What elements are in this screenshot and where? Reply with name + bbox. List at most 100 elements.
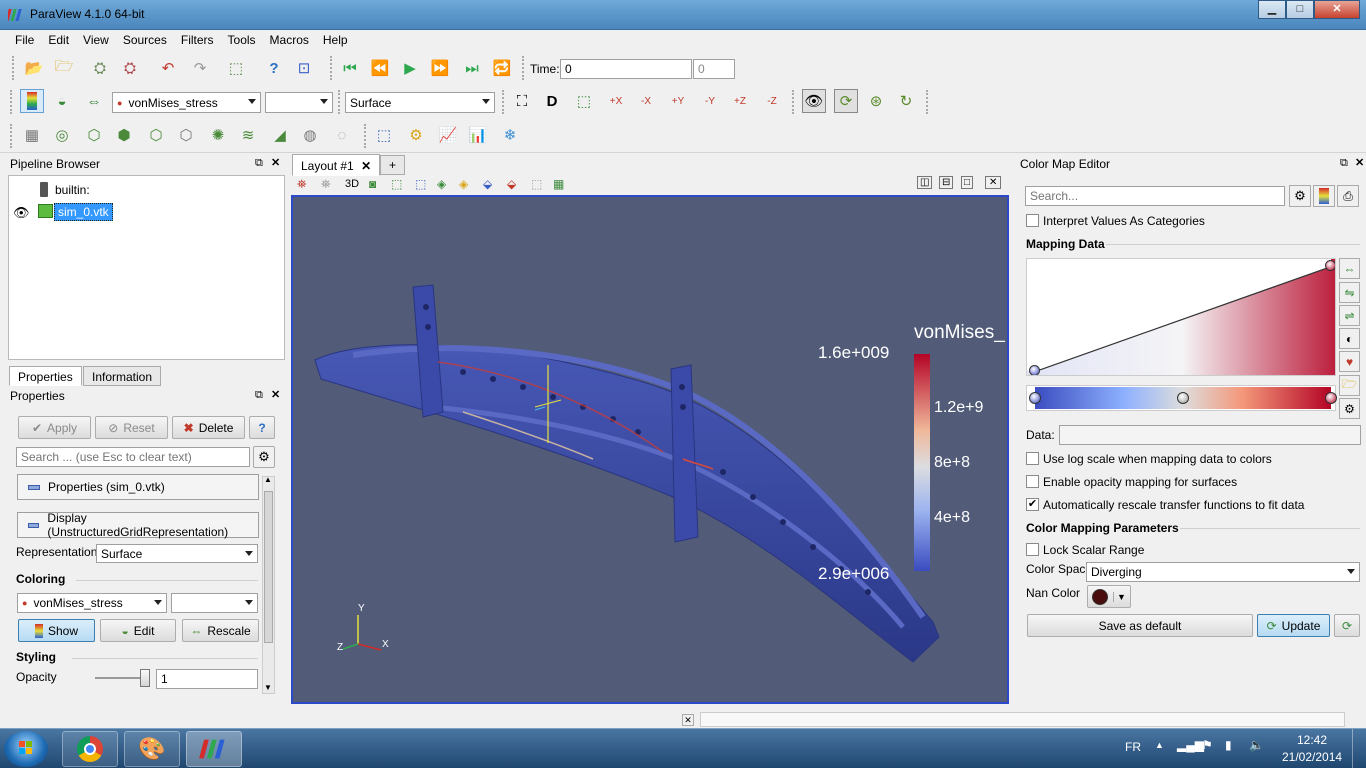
language-indicator[interactable]: FR [1125, 740, 1141, 754]
play-icon[interactable]: ▶ [398, 56, 422, 80]
camera-icon[interactable]: ◙ [369, 177, 376, 191]
toolbar-grip[interactable] [12, 56, 16, 80]
menu-tools[interactable]: Tools [221, 30, 263, 50]
previous-frame-icon[interactable]: ⏪ [368, 56, 392, 80]
save-as-default-button[interactable]: Save as default [1027, 614, 1253, 637]
toolbar-grip[interactable] [502, 90, 506, 114]
polygon-select-icon[interactable]: ⬙ [507, 177, 516, 191]
slice-icon[interactable]: ⬢ [112, 123, 136, 147]
close-panel-icon[interactable]: ✕ [271, 156, 280, 169]
menu-edit[interactable]: Edit [41, 30, 76, 50]
close-panel-icon[interactable]: ✕ [271, 388, 280, 401]
next-frame-icon[interactable]: ⏩ [428, 56, 452, 80]
reset-button[interactable]: ⊘ Reset [95, 416, 168, 439]
toolbar-grip[interactable] [926, 90, 930, 114]
show-hidden-icons-icon[interactable]: ▲ [1155, 740, 1164, 750]
opacity-mapping-checkbox[interactable] [1026, 475, 1039, 488]
tab-layout-1[interactable]: Layout #1 ✕ [292, 154, 381, 176]
properties-search-input[interactable] [16, 447, 250, 467]
color-transfer-editor[interactable] [1026, 385, 1337, 411]
contour-icon[interactable]: ◎ [50, 123, 74, 147]
toolbar-grip[interactable] [364, 124, 368, 148]
menu-help[interactable]: Help [316, 30, 355, 50]
close-output-icon[interactable]: ✕ [682, 714, 694, 726]
extract-subset-icon[interactable]: ⬡ [174, 123, 198, 147]
select-block-icon[interactable]: ◈ [459, 177, 468, 191]
select-cells-icon[interactable]: ⬚ [372, 123, 396, 147]
minimize-button[interactable]: ▁ [1258, 0, 1286, 19]
battery-icon[interactable]: ▮ [1225, 738, 1232, 752]
color-array-select[interactable]: ● vonMises_stress [112, 92, 261, 113]
plot-selection-icon[interactable]: 📊 [466, 123, 490, 147]
choose-preset-icon[interactable]: ♥ [1339, 351, 1360, 372]
toggle-color-legend-icon[interactable] [20, 89, 44, 113]
spreadsheet-icon[interactable]: ▦ [553, 177, 564, 191]
representation-dropdown[interactable]: Surface [96, 544, 258, 563]
coloring-array-dropdown[interactable]: ● vonMises_stress [17, 593, 167, 613]
loop-icon[interactable]: 🔁 [490, 56, 514, 80]
menu-sources[interactable]: Sources [116, 30, 174, 50]
view-mode-3d-button[interactable]: 3D [345, 178, 359, 190]
threshold-icon[interactable]: ⬡ [144, 123, 168, 147]
menu-file[interactable]: File [8, 30, 41, 50]
toolbar-grip[interactable] [10, 90, 14, 114]
pick-center-icon[interactable]: ⊛ [864, 89, 888, 113]
menu-view[interactable]: View [76, 30, 116, 50]
close-button[interactable]: ✕ [1314, 0, 1360, 19]
rotate-icon[interactable]: ⟳ [834, 89, 858, 113]
view-minus-z-icon[interactable]: -Z [760, 89, 784, 113]
apply-button[interactable]: ✔ Apply [18, 416, 91, 439]
maximize-button[interactable]: □ [1286, 0, 1314, 19]
colormap-search-input[interactable] [1025, 186, 1285, 206]
view-plus-x-icon[interactable]: +X [604, 89, 628, 113]
show-desktop-button[interactable] [1352, 729, 1366, 768]
select-frustum-icon[interactable]: ◈ [437, 177, 446, 191]
disconnect-icon[interactable]: ⛭ [118, 56, 142, 80]
pipeline-item-builtin[interactable]: builtin: [55, 183, 90, 197]
extract-level-icon[interactable]: ◌ [330, 123, 354, 147]
scrollbar-thumb[interactable] [264, 491, 273, 643]
open-file-icon[interactable]: 📂 [22, 56, 46, 80]
opacity-function-editor[interactable] [1026, 258, 1336, 376]
redo-icon[interactable]: ↷ [188, 56, 212, 80]
edit-colormap-button[interactable]: ◒ Edit [100, 619, 176, 642]
query-icon[interactable]: ⚙ [404, 123, 428, 147]
timestep-spinbox[interactable]: 0 [693, 59, 735, 79]
toolbar-grip[interactable] [10, 124, 14, 148]
interaction-mode-icon[interactable]: 👁 [802, 89, 826, 113]
representation-select[interactable]: Surface [345, 92, 495, 113]
rescale-range-icon[interactable]: ⇔ [82, 89, 106, 113]
auto-update-icon[interactable]: ⟳ [1334, 614, 1360, 637]
python-calculator-icon[interactable]: ❄ [498, 123, 522, 147]
pipeline-item-sim[interactable]: sim_0.vtk [54, 203, 113, 221]
opacity-point-handle[interactable] [1325, 260, 1335, 271]
load-state-icon[interactable]: 🗁 [52, 56, 76, 80]
log-scale-checkbox[interactable] [1026, 452, 1039, 465]
colormap-save-icon[interactable]: ⎙ [1337, 185, 1359, 207]
advanced-gear-icon[interactable]: ⚙ [253, 446, 275, 468]
clock-date[interactable]: 21/02/2014 [1282, 750, 1342, 764]
add-layout-tab[interactable]: + [380, 155, 406, 175]
view-plus-z-icon[interactable]: +Z [728, 89, 752, 113]
update-button[interactable]: ⟳ Update [1257, 614, 1330, 637]
invert-colormap-icon[interactable]: ◐ [1339, 328, 1360, 349]
split-horizontal-icon[interactable]: ◫ [917, 176, 933, 189]
rescale-temporal-icon[interactable]: ⇌ [1339, 305, 1360, 326]
action-center-flag-icon[interactable]: ⚑ [1202, 738, 1213, 752]
clock-time[interactable]: 12:42 [1297, 733, 1327, 747]
color-space-dropdown[interactable]: Diverging [1086, 562, 1360, 582]
show-legend-button[interactable]: Show [18, 619, 95, 642]
reset-session-icon[interactable]: ⬚ [224, 56, 248, 80]
interpret-categories-checkbox[interactable] [1026, 214, 1039, 227]
toolbar-grip[interactable] [792, 90, 796, 114]
group-datasets-icon[interactable]: ◍ [298, 123, 322, 147]
paint-taskbar-button[interactable]: 🎨 [124, 731, 180, 767]
scroll-down-icon[interactable]: ▼ [264, 683, 272, 692]
clip-icon[interactable]: ⬡ [82, 123, 106, 147]
reset-center-icon[interactable]: ↻ [894, 89, 918, 113]
stream-tracer-icon[interactable]: ≋ [236, 123, 260, 147]
camera-undo-icon[interactable]: ⛯ [321, 177, 331, 192]
view-plus-y-icon[interactable]: +Y [666, 89, 690, 113]
opacity-input[interactable]: 1 [156, 669, 258, 689]
menu-filters[interactable]: Filters [174, 30, 221, 50]
